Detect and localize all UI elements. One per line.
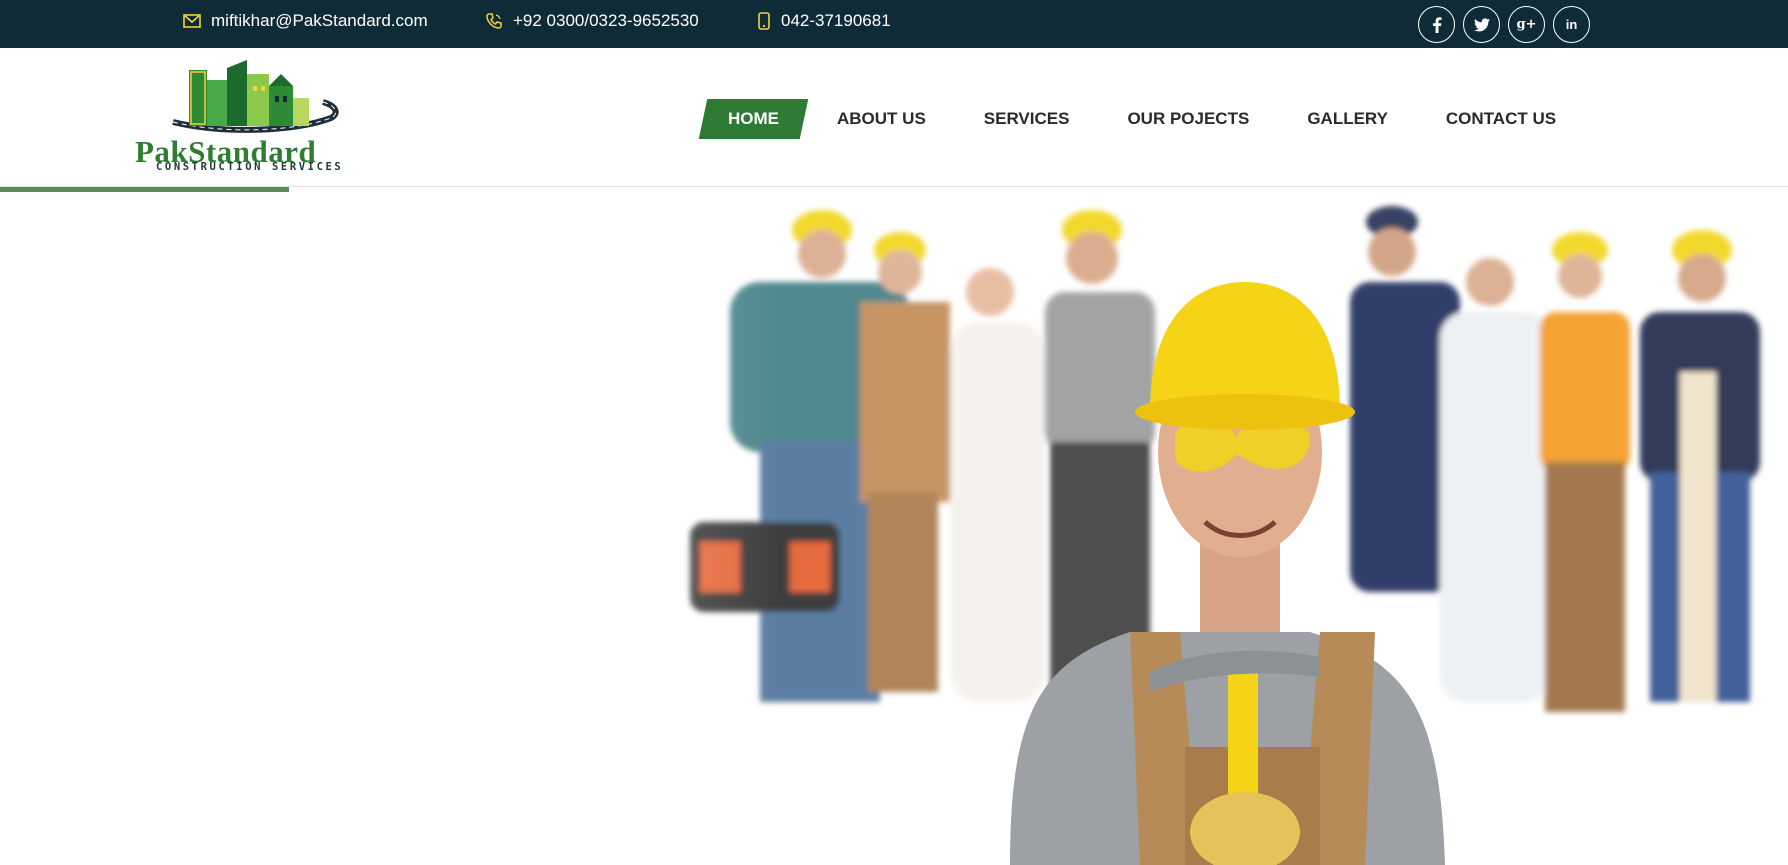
phone-icon	[486, 13, 502, 29]
email-text[interactable]: miftikhar@PakStandard.com	[211, 11, 428, 31]
top-contact-bar: miftikhar@PakStandard.com +92 0300/0323-…	[0, 0, 1788, 48]
mobile-icon	[758, 12, 770, 30]
nav-about-us-label: ABOUT US	[837, 109, 926, 128]
nav-home-label: HOME	[728, 109, 779, 128]
phone-text[interactable]: +92 0300/0323-9652530	[513, 11, 699, 31]
nav-our-projects[interactable]: OUR POJECTS	[1127, 99, 1249, 139]
linkedin-icon[interactable]: in	[1553, 6, 1590, 43]
email-contact[interactable]: miftikhar@PakStandard.com	[183, 11, 428, 31]
nav-about-us[interactable]: ABOUT US	[837, 99, 926, 139]
phone-contact[interactable]: +92 0300/0323-9652530	[485, 11, 699, 31]
landline-text[interactable]: 042-37190681	[781, 11, 891, 31]
logo-buildings-graphic	[172, 60, 339, 133]
nav-services-label: SERVICES	[983, 109, 1070, 128]
linkedin-glyph: in	[1565, 17, 1578, 32]
twitter-icon[interactable]	[1463, 6, 1500, 43]
facebook-icon[interactable]	[1418, 6, 1455, 43]
google-plus-glyph: g+	[1516, 17, 1537, 32]
logo-tagline: CONSTRUCTION SERVICES	[156, 161, 344, 173]
hero-banner	[0, 192, 1788, 865]
nav-gallery-label: GALLERY	[1307, 109, 1388, 128]
landline-contact[interactable]: 042-37190681	[757, 11, 891, 31]
nav-home[interactable]: HOME	[698, 99, 809, 139]
site-header: PakStandard CONSTRUCTION SERVICES HOME A…	[0, 48, 1788, 187]
nav-gallery[interactable]: GALLERY	[1307, 99, 1388, 139]
social-links: g+ in	[1418, 6, 1590, 43]
nav-contact-us-label: CONTACT US	[1445, 109, 1557, 128]
nav-our-projects-label: OUR POJECTS	[1127, 109, 1250, 128]
nav-services[interactable]: SERVICES	[984, 99, 1070, 139]
nav-contact-us[interactable]: CONTACT US	[1446, 99, 1556, 139]
google-plus-icon[interactable]: g+	[1508, 6, 1545, 43]
construction-workers-image	[0, 192, 1760, 865]
main-navigation: HOME ABOUT US SERVICES OUR POJECTS GALLE…	[698, 99, 1556, 139]
envelope-icon	[183, 14, 201, 28]
